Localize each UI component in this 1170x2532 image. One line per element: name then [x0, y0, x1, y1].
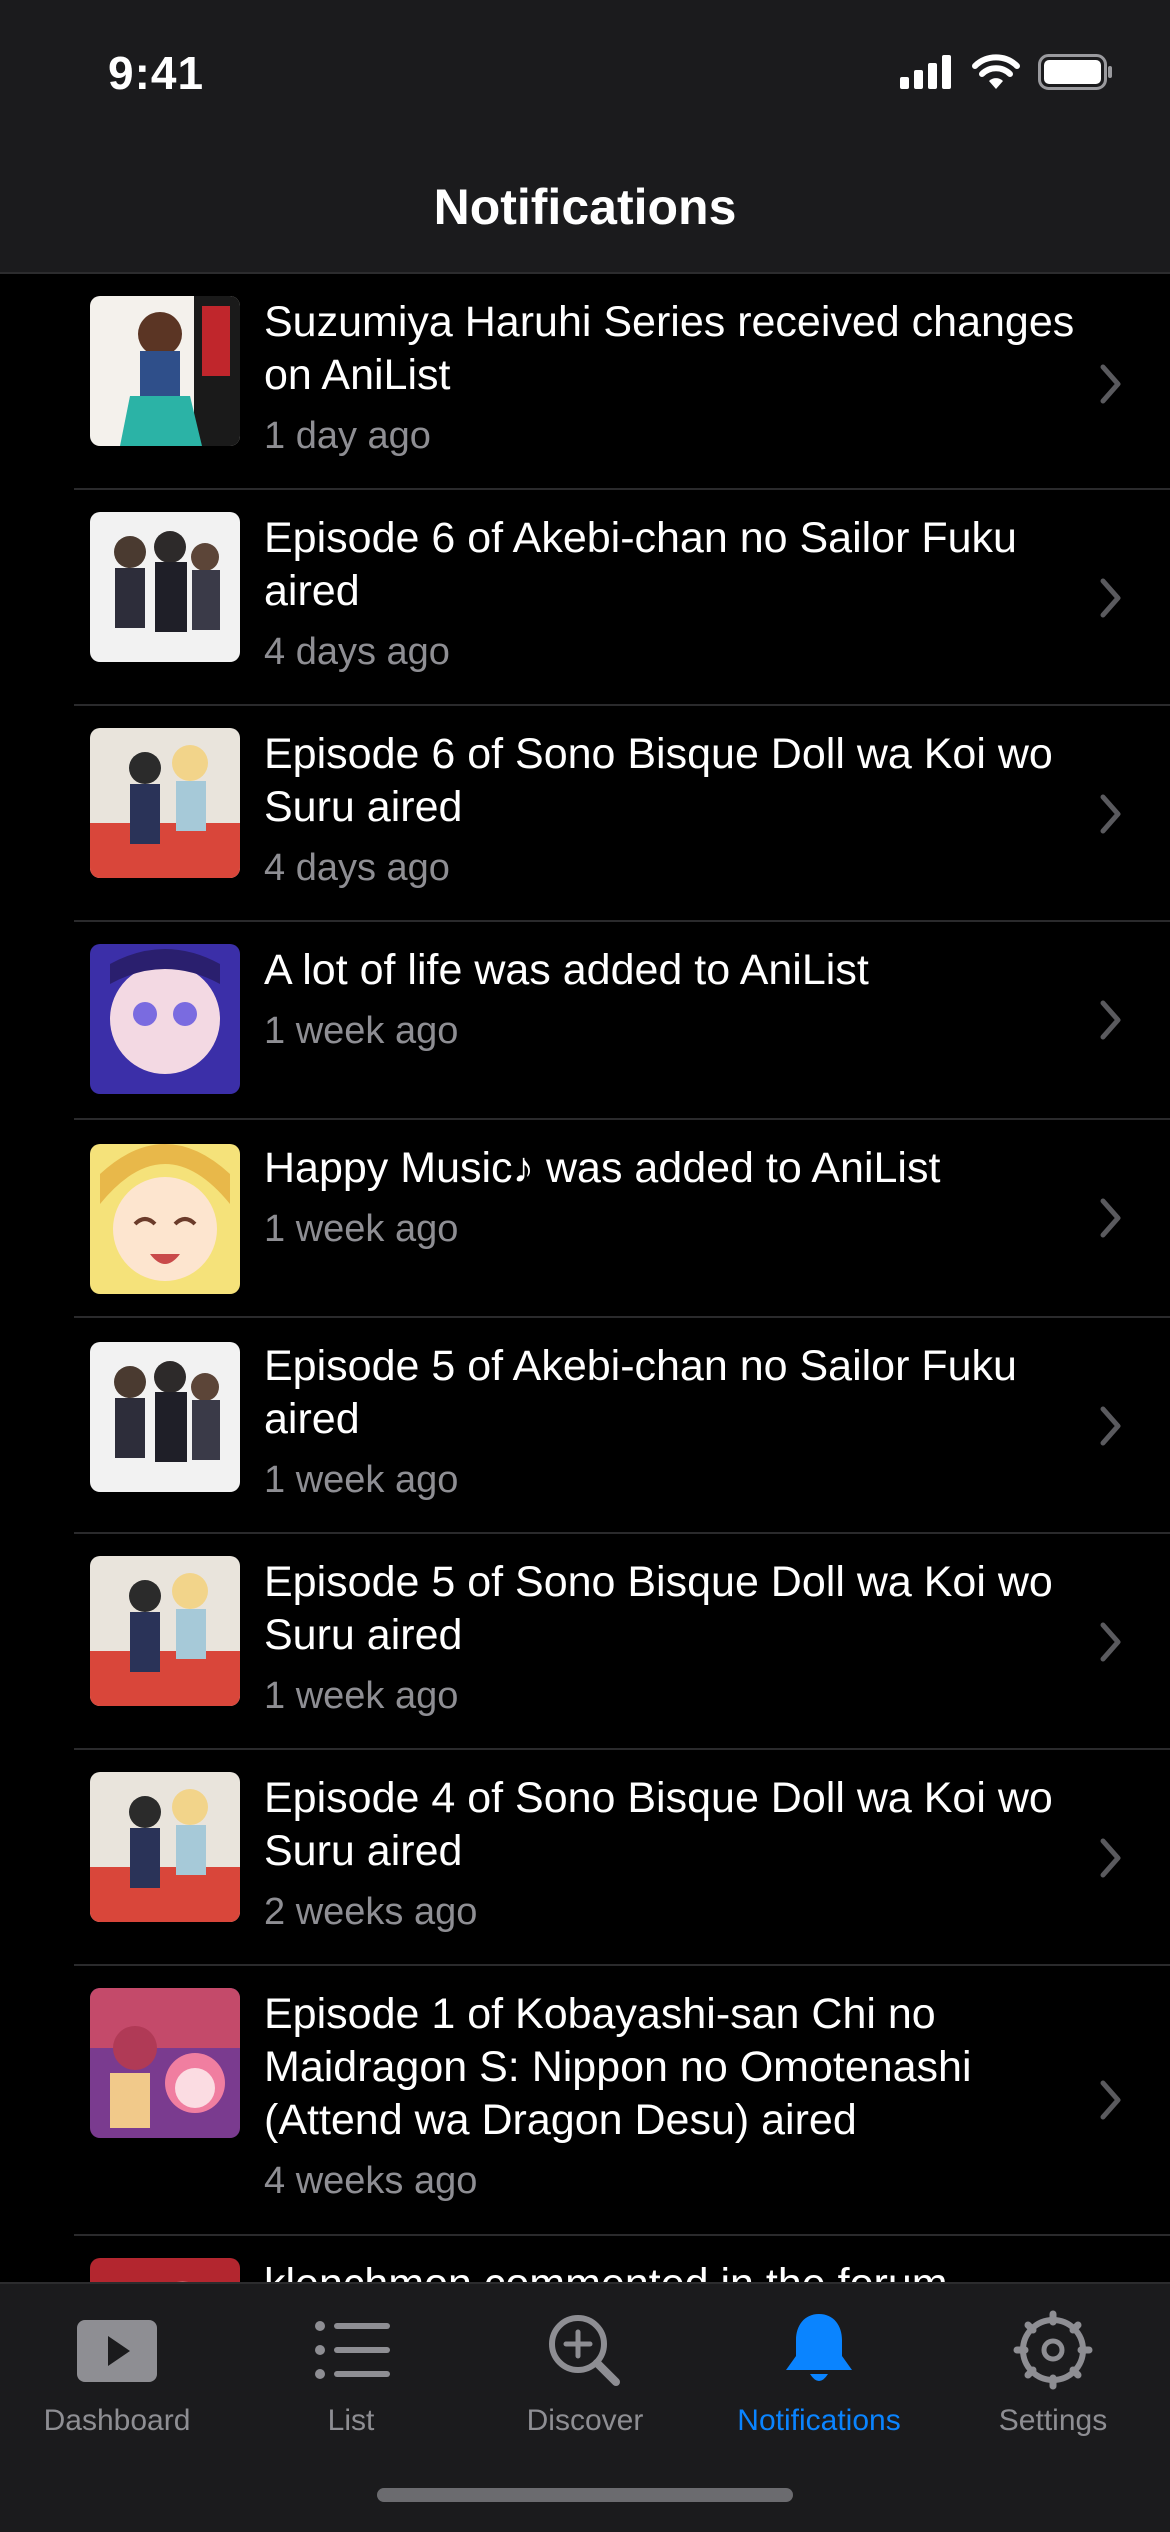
tab-label: Dashboard: [43, 2404, 191, 2437]
notification-thumbnail: [90, 1342, 240, 1492]
notification-title: Happy Music♪ was added to AniList: [264, 1144, 941, 1192]
avatar-image: [90, 2258, 240, 2282]
cover-art-image: [90, 512, 240, 662]
notification-title: klenchmon commented in the forum: [264, 2258, 1114, 2282]
play-rectangle-icon: [77, 2320, 157, 2382]
chevron-right-icon: [1100, 1838, 1121, 1878]
cover-art-image: [90, 1556, 240, 1706]
notification-thumbnail: [90, 512, 240, 662]
notification-text: Episode 6 of Akebi-chan no Sailor Fuku a…: [264, 512, 1114, 676]
notification-text: Episode 4 of Sono Bisque Doll wa Koi wo …: [264, 1772, 1114, 1936]
bell-icon: [786, 2314, 852, 2381]
tab-label: Notifications: [737, 2404, 901, 2437]
notification-text: Episode 5 of Sono Bisque Doll wa Koi wo …: [264, 1556, 1114, 1720]
wifi-icon: [972, 54, 1020, 89]
notification-row[interactable]: Episode 4 of Sono Bisque Doll wa Koi wo …: [74, 1750, 1170, 1966]
notification-time: 1 week ago: [264, 1208, 459, 1250]
cover-art-image: [90, 1988, 240, 2138]
notification-row[interactable]: Episode 1 of Kobayashi-san Chi no Maidra…: [74, 1966, 1170, 2236]
cover-art-image: [90, 296, 240, 446]
notification-text: Happy Music♪ was added to AniList 1 week…: [264, 1142, 1114, 1253]
notification-title: Suzumiya Haruhi Series received changes …: [264, 298, 1075, 399]
notification-time: 1 week ago: [264, 1675, 459, 1717]
notification-time: 4 days ago: [264, 847, 450, 889]
status-icons: [900, 54, 1114, 90]
notification-thumbnail: [90, 1556, 240, 1706]
tab-notifications[interactable]: Notifications: [702, 2302, 936, 2442]
notification-thumbnail: [90, 1144, 240, 1294]
chevron-right-icon: [1100, 794, 1121, 834]
notification-title: Episode 6 of Akebi-chan no Sailor Fuku a…: [264, 514, 1017, 615]
notification-title: A lot of life was added to AniList: [264, 946, 869, 994]
tab-label: List: [327, 2404, 375, 2437]
tab-list[interactable]: List: [234, 2302, 468, 2442]
notification-title: Episode 6 of Sono Bisque Doll wa Koi wo …: [264, 730, 1053, 831]
notification-thumbnail: [90, 296, 240, 446]
notification-thumbnail: [90, 944, 240, 1094]
chevron-right-icon: [1100, 1000, 1121, 1040]
notification-thumbnail: [90, 1988, 240, 2138]
notification-time: 1 week ago: [264, 1010, 459, 1052]
cover-art-image: [90, 1144, 240, 1294]
notification-text: klenchmon commented in the forum: [264, 2258, 1114, 2282]
notification-text: Episode 1 of Kobayashi-san Chi no Maidra…: [264, 1988, 1114, 2205]
cellular-signal-icon: [900, 55, 951, 89]
notification-text: Episode 6 of Sono Bisque Doll wa Koi wo …: [264, 728, 1114, 892]
cover-art-image: [90, 944, 240, 1094]
notification-text: Suzumiya Haruhi Series received changes …: [264, 296, 1114, 460]
notification-thumbnail: [90, 728, 240, 878]
notification-title: Episode 1 of Kobayashi-san Chi no Maidra…: [264, 1990, 972, 2144]
notification-row[interactable]: Episode 6 of Akebi-chan no Sailor Fuku a…: [74, 490, 1170, 706]
app-screen: 9:41 Notifications Suzumiya Haruhi Serie…: [0, 0, 1170, 2532]
chevron-right-icon: [1100, 2080, 1121, 2120]
tab-settings[interactable]: Settings: [936, 2302, 1170, 2442]
notification-time: 1 day ago: [264, 415, 431, 457]
notification-title: Episode 5 of Akebi-chan no Sailor Fuku a…: [264, 1342, 1017, 1443]
tab-label: Discover: [526, 2404, 644, 2437]
notification-time: 2 weeks ago: [264, 1891, 478, 1933]
navigation-bar: 9:41 Notifications: [0, 0, 1170, 274]
notification-text: A lot of life was added to AniList 1 wee…: [264, 944, 1114, 1055]
notifications-list[interactable]: Suzumiya Haruhi Series received changes …: [0, 276, 1170, 2282]
notification-row[interactable]: klenchmon commented in the forum: [74, 2236, 1170, 2282]
notification-time: 4 weeks ago: [264, 2160, 478, 2202]
notification-row[interactable]: Episode 5 of Akebi-chan no Sailor Fuku a…: [74, 1318, 1170, 1534]
tab-dashboard[interactable]: Dashboard: [0, 2302, 234, 2442]
notification-thumbnail: [90, 2258, 240, 2282]
battery-icon: [1038, 54, 1112, 90]
list-icon: [315, 2321, 390, 2379]
notification-title: Episode 4 of Sono Bisque Doll wa Koi wo …: [264, 1774, 1053, 1875]
cover-art-image: [90, 1342, 240, 1492]
notification-time: 4 days ago: [264, 631, 450, 673]
notification-title: Episode 5 of Sono Bisque Doll wa Koi wo …: [264, 1558, 1053, 1659]
notification-thumbnail: [90, 1772, 240, 1922]
notification-row[interactable]: Episode 6 of Sono Bisque Doll wa Koi wo …: [74, 706, 1170, 922]
chevron-right-icon: [1100, 1406, 1121, 1446]
chevron-right-icon: [1100, 364, 1121, 404]
notification-row[interactable]: A lot of life was added to AniList 1 wee…: [74, 922, 1170, 1120]
home-indicator[interactable]: [377, 2488, 793, 2502]
notification-row[interactable]: Suzumiya Haruhi Series received changes …: [74, 276, 1170, 490]
tab-discover[interactable]: Discover: [468, 2302, 702, 2442]
notification-row[interactable]: Happy Music♪ was added to AniList 1 week…: [74, 1120, 1170, 1318]
cover-art-image: [90, 728, 240, 878]
tab-label: Settings: [998, 2404, 1108, 2437]
page-title: Notifications: [433, 179, 737, 235]
gear-icon: [1013, 2310, 1093, 2390]
notification-time: 1 week ago: [264, 1459, 459, 1501]
notification-text: Episode 5 of Akebi-chan no Sailor Fuku a…: [264, 1340, 1114, 1504]
chevron-right-icon: [1100, 1198, 1121, 1238]
chevron-right-icon: [1100, 578, 1121, 618]
notification-row[interactable]: Episode 5 of Sono Bisque Doll wa Koi wo …: [74, 1534, 1170, 1750]
chevron-right-icon: [1100, 1622, 1121, 1662]
magnifier-plus-icon: [549, 2315, 620, 2386]
status-time: 9:41: [108, 47, 205, 99]
cover-art-image: [90, 1772, 240, 1922]
